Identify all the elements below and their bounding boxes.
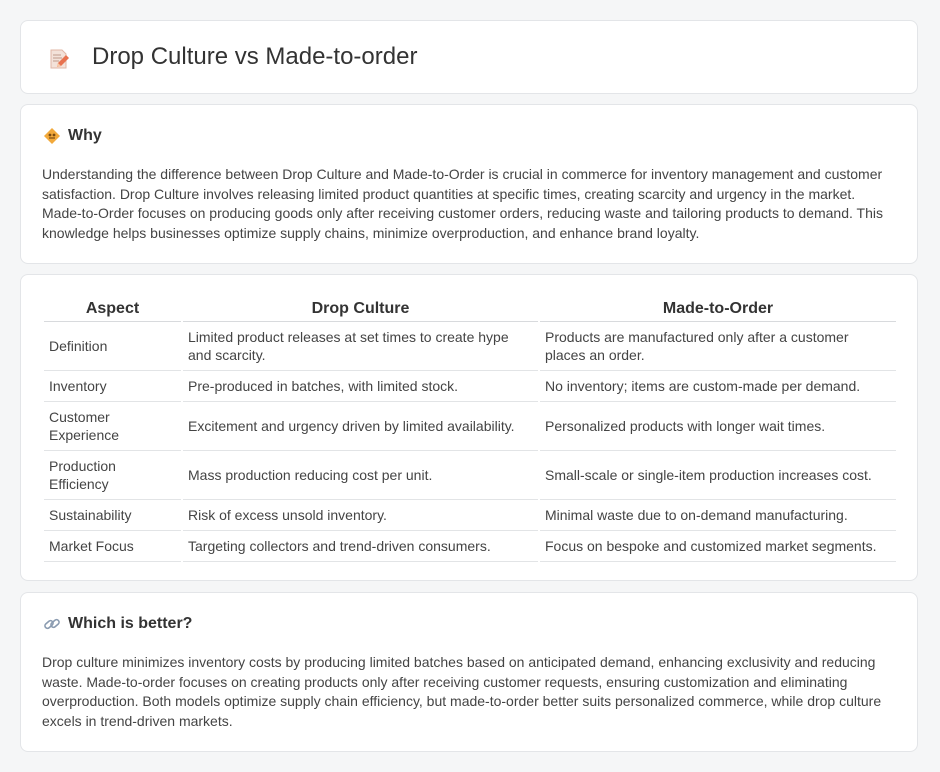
table-row: Sustainability Risk of excess unsold inv… xyxy=(44,500,896,531)
warning-sign-icon xyxy=(44,128,60,144)
document-edit-icon xyxy=(50,49,69,69)
table-row: Customer Experience Excitement and urgen… xyxy=(44,402,896,451)
table-header-row: Aspect Drop Culture Made-to-Order xyxy=(44,295,896,322)
why-header: Why xyxy=(43,127,102,145)
page-title: Drop Culture vs Made-to-order xyxy=(92,43,418,70)
comparison-table: Aspect Drop Culture Made-to-Order Defini… xyxy=(42,295,898,562)
drop-culture-cell: Limited product releases at set times to… xyxy=(183,322,538,371)
better-heading: Which is better? xyxy=(68,615,193,632)
comparison-section: Aspect Drop Culture Made-to-Order Defini… xyxy=(20,274,918,581)
header-made-to-order: Made-to-Order xyxy=(540,295,896,322)
why-heading: Why xyxy=(68,127,102,144)
header-aspect: Aspect xyxy=(44,295,181,322)
drop-culture-cell: Excitement and urgency driven by limited… xyxy=(183,402,538,451)
table-row: Market Focus Targeting collectors and tr… xyxy=(44,531,896,562)
table-row: Definition Limited product releases at s… xyxy=(44,322,896,371)
drop-culture-cell: Targeting collectors and trend-driven co… xyxy=(183,531,538,562)
made-to-order-cell: Focus on bespoke and customized market s… xyxy=(540,531,896,562)
table-row: Production Efficiency Mass production re… xyxy=(44,451,896,500)
better-header: Which is better? xyxy=(43,615,192,633)
header-drop-culture: Drop Culture xyxy=(183,295,538,322)
link-icon xyxy=(44,618,60,630)
which-is-better-section: Which is better? Drop culture minimizes … xyxy=(20,592,918,752)
drop-culture-cell: Risk of excess unsold inventory. xyxy=(183,500,538,531)
made-to-order-cell: Products are manufactured only after a c… xyxy=(540,322,896,371)
better-text: Drop culture minimizes inventory costs b… xyxy=(42,654,882,729)
made-to-order-cell: Minimal waste due to on-demand manufactu… xyxy=(540,500,896,531)
aspect-cell: Definition xyxy=(44,322,181,371)
aspect-cell: Inventory xyxy=(44,371,181,402)
why-section: Why Understanding the difference between… xyxy=(20,104,918,264)
made-to-order-cell: Small-scale or single-item production in… xyxy=(540,451,896,500)
title-card: Drop Culture vs Made-to-order xyxy=(20,20,918,94)
aspect-cell: Sustainability xyxy=(44,500,181,531)
why-text: Understanding the difference between Dro… xyxy=(42,166,883,241)
aspect-cell: Market Focus xyxy=(44,531,181,562)
drop-culture-cell: Pre-produced in batches, with limited st… xyxy=(183,371,538,402)
aspect-cell: Customer Experience xyxy=(44,402,181,451)
made-to-order-cell: No inventory; items are custom-made per … xyxy=(540,371,896,402)
made-to-order-cell: Personalized products with longer wait t… xyxy=(540,402,896,451)
drop-culture-cell: Mass production reducing cost per unit. xyxy=(183,451,538,500)
aspect-cell: Production Efficiency xyxy=(44,451,181,500)
table-row: Inventory Pre-produced in batches, with … xyxy=(44,371,896,402)
